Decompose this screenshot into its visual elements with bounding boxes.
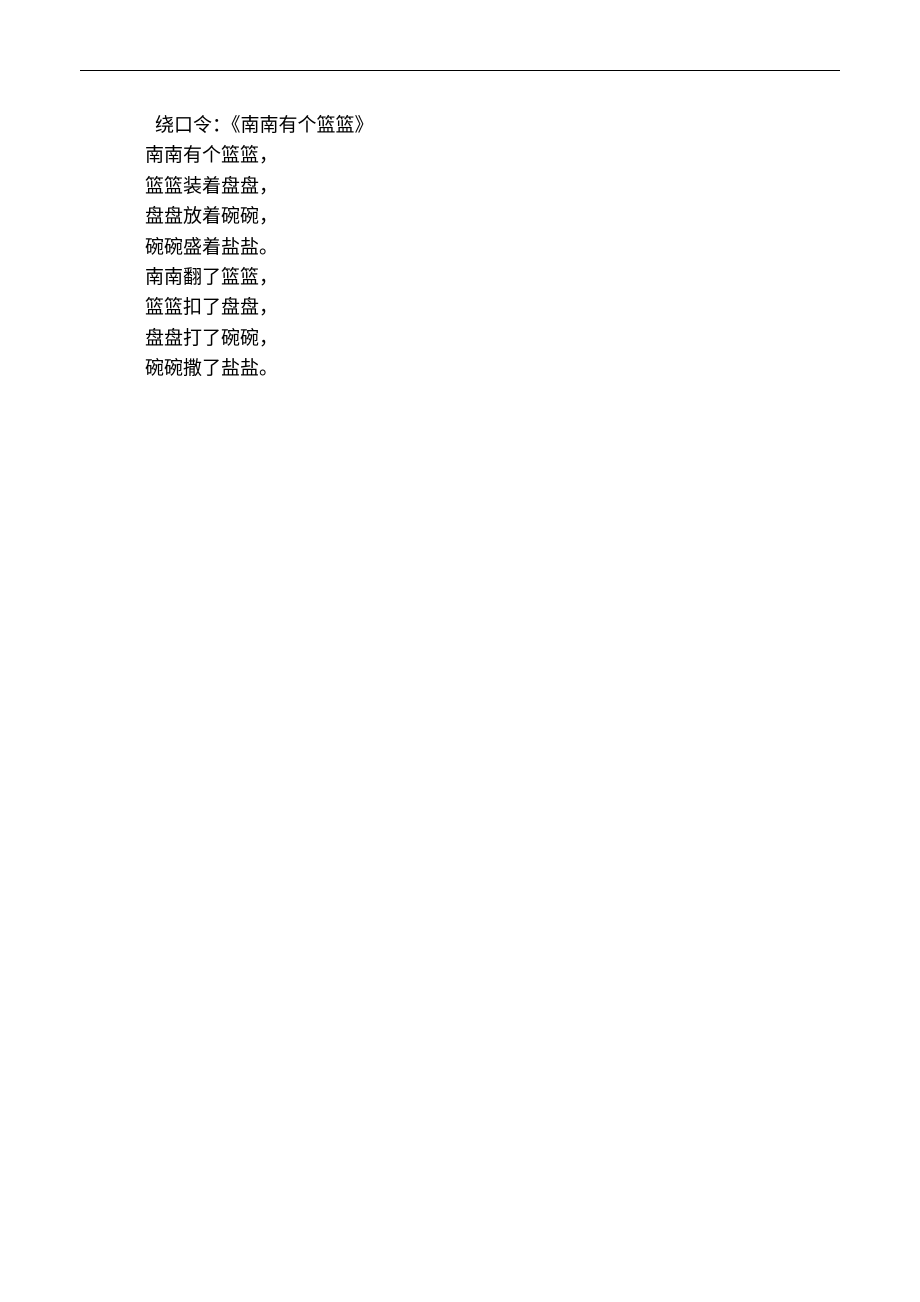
page-divider (80, 70, 840, 71)
poem-line: 篮篮装着盘盘， (145, 172, 840, 202)
poem-line: 碗碗撒了盐盐。 (145, 354, 840, 384)
poem-line: 南南有个篮篮， (145, 141, 840, 171)
title-prefix: 绕口令： (155, 115, 231, 136)
poem-line: 碗碗盛着盐盐。 (145, 233, 840, 263)
document-content: 绕口令：《南南有个篮篮》 南南有个篮篮， 篮篮装着盘盘， 盘盘放着碗碗， 碗碗盛… (80, 111, 840, 385)
poem-line: 盘盘放着碗碗， (145, 202, 840, 232)
document-title: 《南南有个篮篮》 (231, 115, 374, 136)
document-page: 绕口令：《南南有个篮篮》 南南有个篮篮， 篮篮装着盘盘， 盘盘放着碗碗， 碗碗盛… (0, 0, 920, 385)
title-line: 绕口令：《南南有个篮篮》 (145, 111, 840, 141)
poem-line: 盘盘打了碗碗， (145, 324, 840, 354)
poem-line: 篮篮扣了盘盘， (145, 293, 840, 323)
poem-line: 南南翻了篮篮， (145, 263, 840, 293)
